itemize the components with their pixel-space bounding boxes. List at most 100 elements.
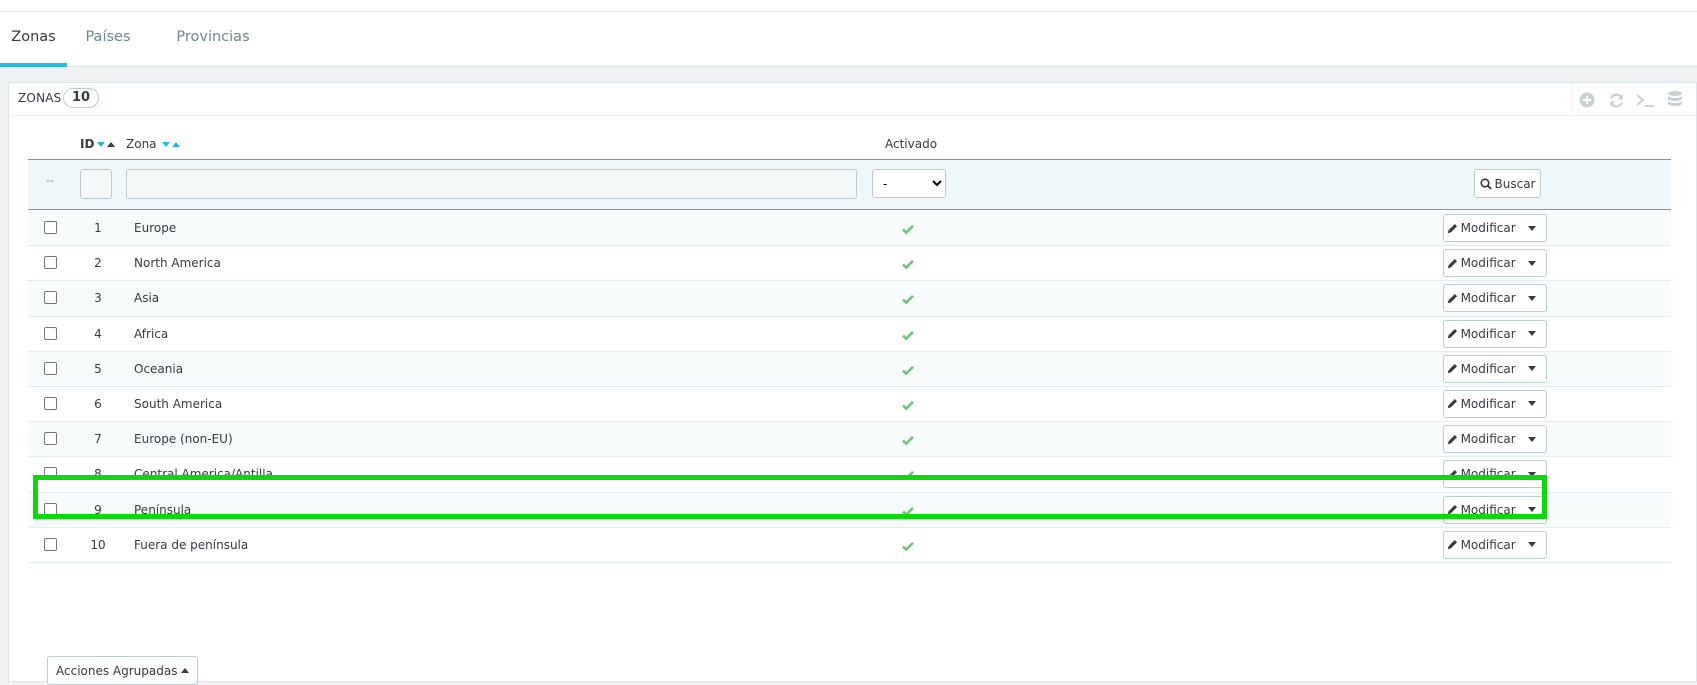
row-checkbox[interactable]	[44, 432, 57, 446]
row-actions-dropdown[interactable]	[1518, 461, 1546, 487]
filter-dash: --	[46, 174, 54, 187]
modify-button-label: Modificar	[1460, 326, 1516, 341]
refresh-icon[interactable]	[1605, 89, 1627, 111]
check-icon[interactable]	[901, 539, 915, 553]
filter-enabled-select[interactable]: -	[872, 169, 946, 198]
caret-down-icon	[1528, 225, 1537, 231]
check-icon[interactable]	[901, 504, 915, 518]
row-id: 6	[94, 396, 102, 411]
row-checkbox[interactable]	[44, 467, 57, 481]
modify-button[interactable]: Modificar	[1444, 215, 1518, 241]
table-row: 6 South America Modificar	[28, 386, 1671, 423]
modify-button[interactable]: Modificar	[1444, 391, 1518, 417]
modify-button-label: Modificar	[1460, 537, 1516, 552]
check-icon[interactable]	[901, 222, 915, 236]
row-actions-dropdown[interactable]	[1518, 497, 1546, 523]
table-row: 1 Europe Modificar	[28, 211, 1671, 247]
row-actions-dropdown[interactable]	[1518, 321, 1546, 347]
row-actions-dropdown[interactable]	[1518, 426, 1546, 452]
modify-button[interactable]: Modificar	[1444, 285, 1518, 311]
check-icon[interactable]	[901, 328, 915, 342]
check-icon[interactable]	[901, 398, 915, 412]
filter-row: -- - Buscar	[28, 160, 1671, 210]
pencil-icon	[1447, 505, 1457, 515]
tab-zonas[interactable]: Zonas	[0, 12, 67, 67]
row-zone-name[interactable]: South America	[134, 397, 222, 411]
row-actions-dropdown[interactable]	[1518, 391, 1546, 417]
modify-button-label: Modificar	[1460, 467, 1516, 482]
table-header: ID Zona Activado	[28, 131, 1671, 160]
search-icon	[1479, 177, 1492, 190]
row-id: 9	[94, 502, 102, 517]
modify-button[interactable]: Modificar	[1444, 497, 1518, 523]
tab-provincias[interactable]: Provincias	[168, 12, 258, 67]
row-checkbox[interactable]	[44, 361, 57, 375]
row-zone-name[interactable]: Península	[134, 503, 191, 517]
check-icon[interactable]	[901, 468, 915, 482]
row-checkbox[interactable]	[44, 396, 57, 410]
caret-down-icon	[1528, 331, 1537, 337]
row-zone-name[interactable]: Central America/Antilla	[134, 467, 273, 481]
row-actions-dropdown[interactable]	[1518, 285, 1546, 311]
modify-button[interactable]: Modificar	[1444, 532, 1518, 558]
bulk-actions-button[interactable]: Acciones Agrupadas	[47, 656, 199, 685]
modify-button[interactable]: Modificar	[1444, 250, 1518, 276]
check-icon[interactable]	[901, 363, 915, 377]
caret-down-icon	[1528, 542, 1537, 548]
row-checkbox[interactable]	[44, 502, 57, 516]
row-checkbox[interactable]	[44, 221, 57, 234]
row-zone-name[interactable]: Fuera de península	[134, 538, 248, 552]
row-zone-name[interactable]: North America	[134, 256, 221, 270]
pencil-icon	[1447, 469, 1457, 479]
sort-asc-icon[interactable]	[171, 141, 180, 147]
tab-paises[interactable]: Países	[80, 12, 136, 67]
check-icon[interactable]	[901, 292, 915, 306]
row-actions-dropdown[interactable]	[1518, 356, 1546, 382]
modify-button[interactable]: Modificar	[1444, 461, 1518, 487]
check-icon[interactable]	[901, 433, 915, 447]
row-actions-dropdown[interactable]	[1518, 532, 1546, 558]
sort-asc-icon[interactable]	[107, 141, 116, 147]
caret-down-icon	[1528, 295, 1537, 301]
database-icon[interactable]	[1664, 89, 1686, 111]
sql-terminal-icon[interactable]	[1634, 89, 1656, 111]
check-icon[interactable]	[901, 257, 915, 271]
modify-button-label: Modificar	[1460, 291, 1516, 306]
row-zone-name[interactable]: Asia	[134, 291, 159, 305]
modify-button-label: Modificar	[1460, 361, 1516, 376]
row-actions-dropdown[interactable]	[1518, 250, 1546, 276]
row-checkbox[interactable]	[44, 326, 57, 340]
modify-button[interactable]: Modificar	[1444, 426, 1518, 452]
pencil-icon	[1447, 399, 1457, 409]
pencil-icon	[1447, 540, 1457, 550]
row-zone-name[interactable]: Europe	[134, 221, 176, 235]
row-id: 4	[94, 326, 102, 341]
row-checkbox[interactable]	[44, 256, 57, 270]
pencil-icon	[1447, 293, 1457, 303]
count-badge: 10	[63, 88, 100, 108]
caret-down-icon	[1528, 366, 1537, 372]
row-checkbox[interactable]	[44, 291, 57, 305]
search-button[interactable]: Buscar	[1474, 169, 1541, 198]
table-row: 4 Africa Modificar	[28, 316, 1671, 352]
filter-id-input[interactable]	[80, 169, 112, 199]
add-icon[interactable]	[1576, 89, 1598, 111]
modify-button[interactable]: Modificar	[1444, 321, 1518, 347]
row-actions: Modificar	[1443, 460, 1547, 489]
modify-button[interactable]: Modificar	[1444, 356, 1518, 382]
panel-title: ZONAS	[18, 91, 62, 105]
sort-desc-icon[interactable]	[97, 141, 106, 147]
row-zone-name[interactable]: Oceania	[134, 362, 183, 376]
row-id: 7	[94, 432, 102, 447]
row-actions: Modificar	[1443, 389, 1547, 418]
modify-button-label: Modificar	[1460, 432, 1516, 447]
filter-zone-input[interactable]	[126, 169, 857, 199]
row-zone-name[interactable]: Europe (non-EU)	[134, 432, 233, 446]
table-row: 9 Península Modificar	[28, 492, 1671, 528]
row-id: 2	[94, 256, 102, 271]
row-zone-name[interactable]: Africa	[134, 327, 168, 341]
sort-desc-icon[interactable]	[161, 141, 170, 147]
row-checkbox[interactable]	[44, 537, 57, 551]
row-id: 1	[94, 221, 102, 235]
row-actions-dropdown[interactable]	[1518, 215, 1546, 241]
